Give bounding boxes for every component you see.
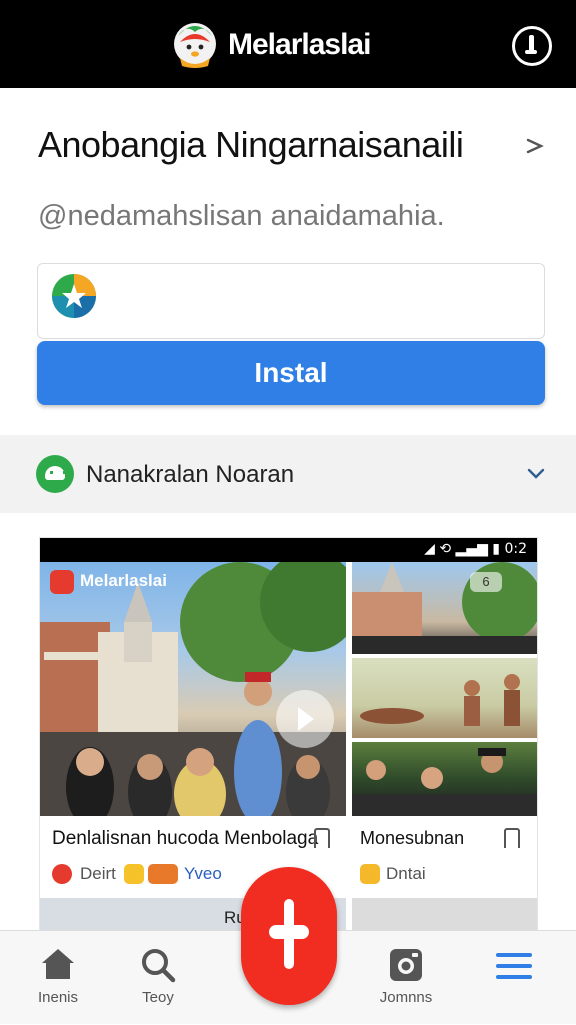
power-icon[interactable] [512,26,552,66]
video-badge: 6 [470,572,502,592]
thumbnail-art [352,562,537,654]
notice-row[interactable]: Nanakralan Noaran [0,435,576,513]
channel-logo-icon [50,570,74,594]
thumbnail-art [40,562,346,816]
top-bar: Melarlaslai [0,0,576,88]
app-selector-field[interactable] [37,263,545,339]
status-bar: ◢ ⟲ ▂▄▆ ▮ 0:2 [40,538,537,562]
card-meta: Yveo [184,864,222,883]
video-thumbnail: 6 [352,562,537,654]
nav-gallery-label: Jomnns [379,989,433,1006]
nav-home[interactable]: Inenis [20,931,96,1025]
bookmark-icon[interactable] [504,828,520,854]
creator-icon [360,864,380,884]
record-button[interactable] [241,867,337,1005]
thumbnail-art [352,748,537,816]
video-card[interactable]: 6 Monesubnan Dntai [352,562,537,930]
card-meta: Deirt [80,864,116,883]
app-icon [52,274,96,318]
home-icon [42,949,74,979]
notice-label: Nanakralan Noaran [86,461,295,488]
install-button[interactable]: Instal [37,341,545,405]
video-thumbnail [352,742,537,816]
video-thumbnail: Melarlaslai [40,562,346,816]
android-icon [36,455,74,493]
badge-icon [148,864,178,884]
status-icons: ◢ ⟲ ▂▄▆ ▮ 0:2 [424,541,527,557]
thumbnail-art [360,674,520,726]
nav-menu[interactable] [480,931,556,1025]
app-logo-icon [174,23,216,68]
camera-icon [390,949,422,981]
badge-icon [124,864,144,884]
play-icon[interactable] [276,690,334,748]
video-thumbnail [352,658,537,738]
nav-home-label: Inenis [37,989,79,1006]
nav-search-label: Teoy [142,989,174,1006]
creator-icon [52,864,72,884]
bookmark-icon[interactable] [314,828,330,854]
next-card-thumbnail [352,898,537,930]
card-title[interactable]: Denlalisnan hucoda Menbolaga [52,828,318,850]
app-title: Melarlaslai [228,28,371,61]
overlay-title: Melarlaslai [80,571,167,590]
page-title: Anobangia Ningarnaisanaili [38,124,464,165]
nav-gallery[interactable]: Jomnns [364,931,448,1025]
card-title[interactable]: Monesubnan [360,828,464,849]
chevron-down-icon[interactable] [524,134,546,156]
account-handle: @nedamahslisan anaidamahia. [38,200,445,232]
menu-icon [496,953,532,979]
card-meta: Dntai [386,864,426,883]
search-icon [142,949,176,983]
nav-search[interactable]: Teoy [120,931,196,1025]
chevron-down-icon[interactable] [526,467,546,481]
